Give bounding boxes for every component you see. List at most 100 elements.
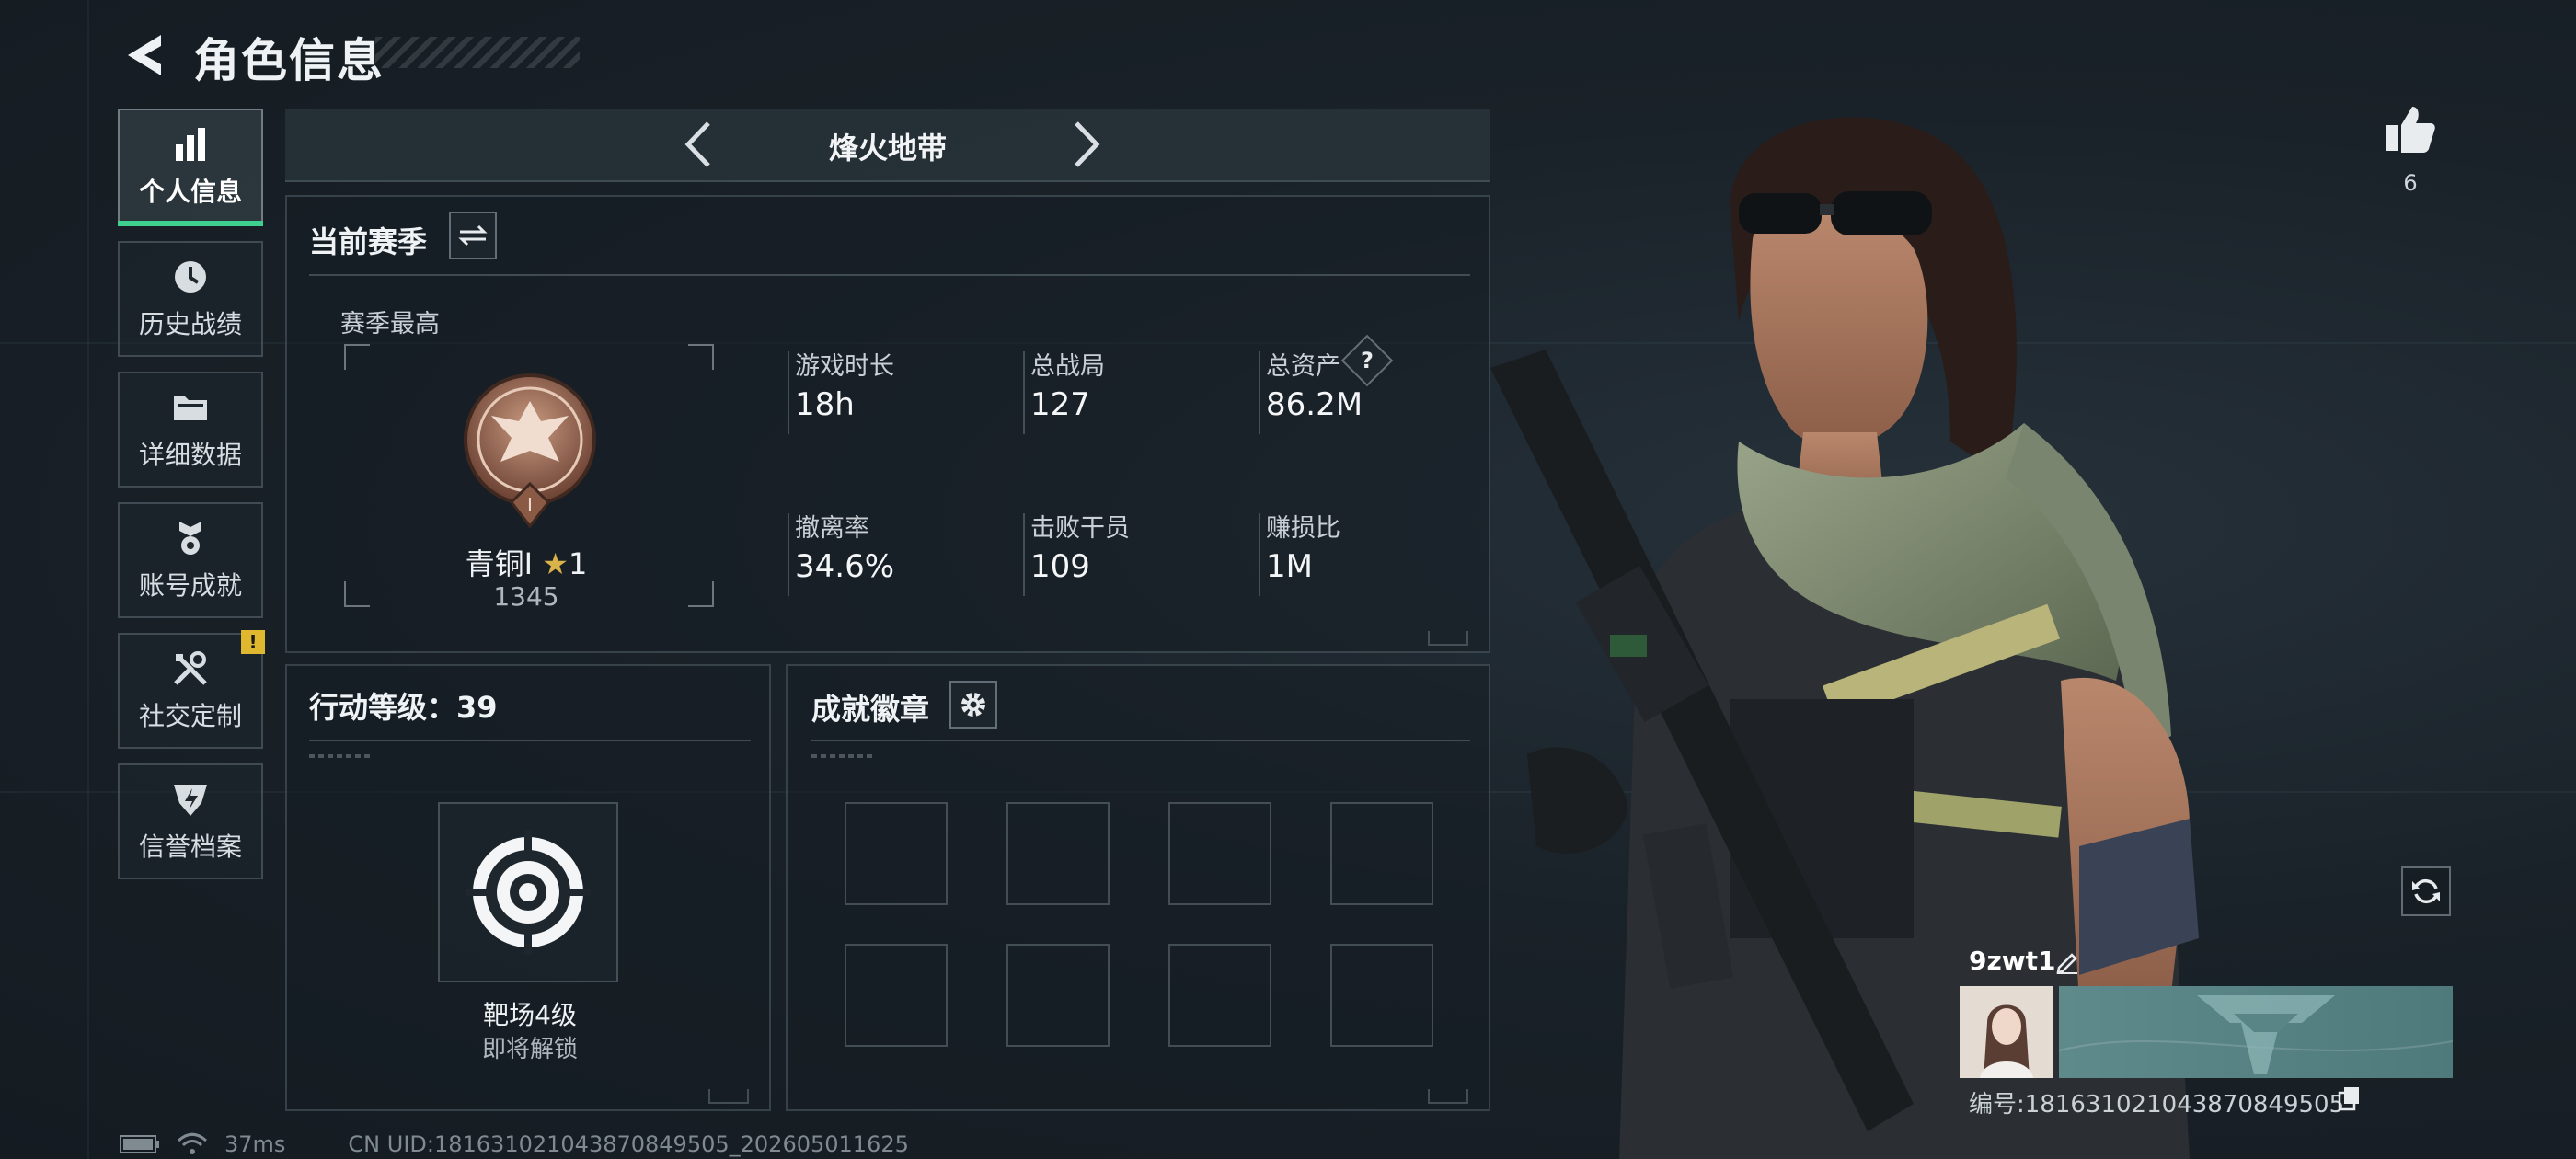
stat-value-playtime: 18h bbox=[795, 386, 855, 423]
season-highest-label: 赛季最高 bbox=[340, 310, 440, 339]
stat-value-total-assets: 86.2M bbox=[1266, 386, 1363, 423]
stat-label-total-matches: 总战局 bbox=[1030, 352, 1105, 381]
action-reward-name: 靶场4级 bbox=[483, 1000, 577, 1030]
badge-slot[interactable] bbox=[1330, 944, 1433, 1047]
badge-slot[interactable] bbox=[1330, 802, 1433, 905]
history-clock-icon bbox=[175, 261, 206, 293]
season-title: 当前赛季 bbox=[309, 224, 428, 259]
help-icon: ? bbox=[1361, 347, 1374, 373]
stat-value-total-matches: 127 bbox=[1030, 386, 1090, 423]
season-panel: 当前赛季 赛季最高 I 青铜I ★1 1345 游戏时长 18h 总战局 127… bbox=[285, 195, 1490, 653]
bronze-rank-emblem: I bbox=[464, 373, 596, 528]
notification-badge: ! bbox=[241, 630, 265, 654]
panel-corner-deco bbox=[708, 1089, 749, 1104]
sidebar-item-history[interactable]: 历史战绩 bbox=[118, 241, 263, 357]
divider bbox=[309, 740, 751, 741]
assets-help-button[interactable]: ? bbox=[1340, 334, 1394, 387]
sidebar-item-reputation[interactable]: 信誉档案 bbox=[118, 763, 263, 879]
action-reward-slot[interactable] bbox=[438, 802, 618, 982]
folder-icon bbox=[174, 396, 207, 420]
back-button[interactable] bbox=[115, 28, 170, 83]
sidebar-item-label: 个人信息 bbox=[138, 177, 242, 207]
mode-name: 烽火地带 bbox=[828, 131, 947, 166]
refresh-button[interactable] bbox=[2401, 866, 2451, 916]
stat-value-extract-rate: 34.6% bbox=[795, 548, 895, 585]
back-arrow-icon bbox=[128, 35, 161, 75]
stat-divider bbox=[1259, 513, 1260, 596]
divider bbox=[811, 740, 1470, 741]
sidebar-item-label: 信誉档案 bbox=[138, 832, 242, 862]
refresh-icon bbox=[2412, 878, 2440, 904]
badge-slot[interactable] bbox=[1168, 802, 1271, 905]
pencil-icon bbox=[2056, 953, 2077, 974]
badge-slot[interactable] bbox=[845, 802, 948, 905]
stat-divider bbox=[1023, 513, 1025, 596]
stat-label-kills: 击败干员 bbox=[1030, 514, 1130, 543]
action-level-panel: 行动等级：39 靶场4级 即将解锁 bbox=[285, 664, 771, 1111]
dash-deco bbox=[811, 754, 876, 758]
gear-icon bbox=[961, 693, 985, 717]
target-icon bbox=[466, 830, 591, 955]
uid-text: CN UID:181631021043870849505_20260501162… bbox=[348, 1131, 909, 1157]
chevron-right-icon bbox=[1075, 121, 1100, 167]
bar-chart-icon bbox=[176, 128, 205, 161]
page-title: 角色信息 bbox=[193, 34, 385, 87]
wifi-icon bbox=[177, 1132, 208, 1154]
like-button[interactable] bbox=[2383, 101, 2438, 156]
ping-value: 37ms bbox=[224, 1131, 286, 1157]
avatar[interactable] bbox=[1960, 986, 2053, 1078]
stat-divider bbox=[1023, 351, 1025, 434]
badge-slot[interactable] bbox=[1006, 802, 1110, 905]
sidebar-item-label: 详细数据 bbox=[138, 440, 242, 470]
stat-label-playtime: 游戏时长 bbox=[795, 352, 894, 381]
mode-selector: 烽火地带 bbox=[285, 109, 1490, 182]
sidebar-item-personal-info[interactable]: 个人信息 bbox=[118, 109, 263, 226]
stat-divider bbox=[1259, 351, 1260, 434]
sidebar-item-label: 账号成就 bbox=[138, 570, 242, 601]
sidebar-item-label: 历史战绩 bbox=[138, 309, 242, 339]
action-reward-status: 即将解锁 bbox=[481, 1036, 578, 1063]
edit-name-button[interactable] bbox=[2053, 947, 2081, 975]
sidebar-item-detailed-data[interactable]: 详细数据 bbox=[118, 372, 263, 488]
season-switch-button[interactable] bbox=[449, 212, 497, 259]
medal-icon bbox=[179, 522, 201, 555]
action-level-title: 行动等级：39 bbox=[309, 690, 498, 725]
badges-settings-button[interactable] bbox=[949, 681, 997, 729]
stat-value-kills: 109 bbox=[1030, 548, 1090, 585]
badge-slot[interactable] bbox=[845, 944, 948, 1047]
rank-name: 青铜I bbox=[465, 546, 534, 581]
like-count: 6 bbox=[2403, 170, 2418, 196]
stat-divider bbox=[788, 351, 789, 434]
achievement-badges-panel: 成就徽章 bbox=[786, 664, 1490, 1111]
achievements-title: 成就徽章 bbox=[811, 692, 930, 727]
sidebar-item-label: 社交定制 bbox=[138, 701, 242, 731]
stat-label-profit-ratio: 赚损比 bbox=[1266, 514, 1340, 543]
badge-slot[interactable] bbox=[1006, 944, 1110, 1047]
copy-id-button[interactable] bbox=[2337, 1085, 2363, 1111]
badge-slot[interactable] bbox=[1168, 944, 1271, 1047]
mode-next-button[interactable] bbox=[1058, 116, 1113, 173]
frame-corner bbox=[344, 344, 370, 370]
title-decoration bbox=[375, 37, 580, 68]
player-name: 9zwt1 bbox=[1969, 946, 2056, 976]
rank-points: 1345 bbox=[493, 581, 559, 612]
stat-label-total-assets: 总资产 bbox=[1266, 352, 1340, 381]
avatar-portrait bbox=[1960, 986, 2053, 1078]
battery-icon bbox=[120, 1135, 159, 1153]
frame-corner bbox=[688, 344, 714, 370]
sidebar-item-achievements[interactable]: 账号成就 bbox=[118, 502, 263, 618]
thumbs-up-icon bbox=[2386, 107, 2435, 153]
name-card-emblem bbox=[2058, 995, 2454, 1074]
svg-text:I: I bbox=[527, 494, 533, 516]
tools-icon bbox=[174, 651, 207, 685]
swap-icon bbox=[458, 224, 488, 247]
copy-icon bbox=[2338, 1087, 2359, 1111]
star-icon: ★ bbox=[542, 546, 569, 581]
bg-grid-line bbox=[87, 0, 89, 1159]
status-bar: 37ms CN UID:181631021043870849505_202605… bbox=[120, 1130, 909, 1159]
shield-bolt-icon bbox=[174, 785, 207, 816]
player-id: 编号:181631021043870849505 bbox=[1969, 1091, 2345, 1119]
rank-stars: 1 bbox=[568, 546, 588, 581]
divider bbox=[309, 274, 1470, 276]
name-card[interactable] bbox=[2058, 986, 2454, 1078]
